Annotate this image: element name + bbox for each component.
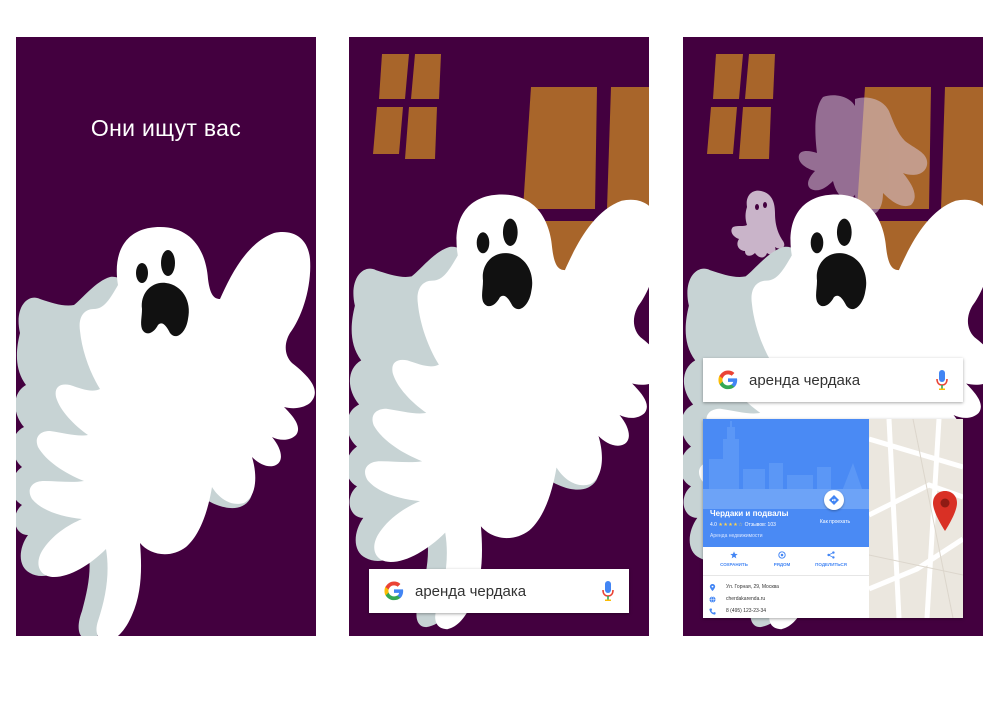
map-pin-icon[interactable] [933, 491, 957, 531]
search-query: аренда чердака [749, 371, 861, 389]
phone-icon [709, 607, 716, 615]
directions-icon [829, 495, 839, 505]
share-button[interactable]: ПОДЕЛИТЬСЯ [806, 551, 856, 567]
address-row[interactable]: Ул. Горная, 29, Москва [709, 582, 867, 592]
rating-value: 4.0 [710, 522, 717, 528]
place-rating-row: 4.0 ★★★★☆ Отзывов: 103 [710, 522, 776, 528]
attic-scene-illustration [349, 54, 649, 630]
tiny-ghost [731, 190, 785, 258]
place-name: Чердаки и подвалы [710, 509, 789, 518]
screen-panel-2: аренда чердака [349, 37, 649, 636]
google-search-bar[interactable]: аренда чердака [369, 569, 629, 613]
search-query: аренда чердака [415, 582, 527, 600]
star-icon [730, 551, 738, 559]
rating-stars: ★★★★☆ [718, 522, 744, 528]
google-g-icon [384, 581, 404, 601]
google-search-bar[interactable]: аренда чердака [703, 358, 963, 402]
place-category: Аренда недвижимости [710, 533, 763, 539]
place-action-bar: СОХРАНИТЬ РЯДОМ ПОДЕЛИТЬСЯ [703, 551, 869, 573]
map-preview[interactable] [869, 419, 963, 618]
card-divider [703, 575, 869, 576]
review-count: Отзывов: 103 [744, 522, 776, 528]
microphone-icon[interactable] [601, 580, 615, 602]
website-row[interactable]: cherdakarenda.ru [709, 594, 867, 604]
share-icon [827, 551, 835, 559]
microphone-icon[interactable] [935, 369, 949, 391]
location-pin-icon [709, 583, 716, 591]
nearby-button[interactable]: РЯДОМ [757, 551, 807, 567]
attic-window-left [373, 54, 441, 159]
screen-panel-3: аренда чердака Чердаки и подвалы 4.0 ★★★… [683, 37, 983, 636]
place-hero-banner: Чердаки и подвалы 4.0 ★★★★☆ Отзывов: 103… [703, 419, 869, 547]
nearby-icon [778, 551, 786, 559]
panel-caption: Они ищут вас [90, 115, 242, 141]
directions-label: Как проехать [819, 519, 851, 525]
save-button[interactable]: СОХРАНИТЬ [709, 551, 759, 567]
phone-row[interactable]: 8 (495) 123-23-34 [709, 606, 867, 616]
place-result-card[interactable]: Чердаки и подвалы 4.0 ★★★★☆ Отзывов: 103… [703, 419, 963, 618]
google-g-icon [718, 370, 738, 390]
directions-button[interactable] [824, 490, 844, 510]
screen-panel-1: Они ищут вас [16, 37, 316, 636]
globe-icon [709, 595, 716, 603]
